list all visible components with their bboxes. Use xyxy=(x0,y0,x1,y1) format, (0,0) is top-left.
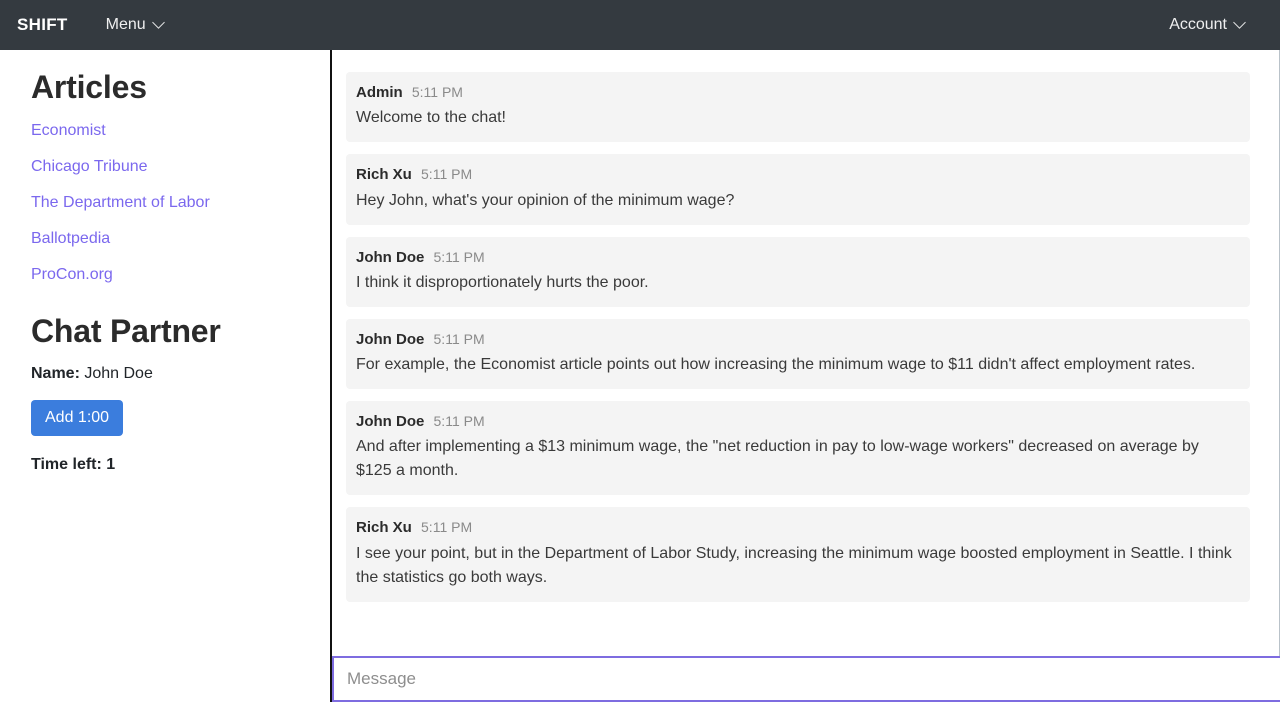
nav-menu[interactable]: Menu xyxy=(106,16,165,34)
message-text: Hey John, what's your opinion of the min… xyxy=(356,191,735,209)
message-header: Rich Xu 5:11 PM xyxy=(356,518,1236,538)
article-link-ballotpedia[interactable]: Ballotpedia xyxy=(31,230,306,248)
nav-account-label: Account xyxy=(1169,16,1227,33)
chat-partner-heading: Chat Partner xyxy=(31,313,221,350)
chat-panel: Admin 5:11 PM Welcome to the chat! Rich … xyxy=(330,50,1280,702)
message-timestamp: 5:11 PM xyxy=(421,166,473,183)
message-item: Rich Xu 5:11 PM Hey John, what's your op… xyxy=(346,154,1250,225)
message-header: Rich Xu 5:11 PM xyxy=(356,165,1236,185)
message-author: Admin xyxy=(356,84,403,101)
message-header: John Doe 5:11 PM xyxy=(356,248,1236,268)
add-time-button[interactable]: Add 1:00 xyxy=(31,399,124,437)
message-item: Rich Xu 5:11 PM I see your point, but in… xyxy=(346,507,1250,602)
article-link-chicago-tribune[interactable]: Chicago Tribune xyxy=(31,158,306,176)
sidebar: Articles Economist Chicago Tribune The D… xyxy=(0,50,330,702)
message-author: Rich Xu xyxy=(356,166,412,184)
message-item: Admin 5:11 PM Welcome to the chat! xyxy=(346,72,1250,143)
message-author: Rich Xu xyxy=(356,519,412,537)
message-header: John Doe 5:11 PM xyxy=(356,412,1236,432)
message-timestamp: 5:11 PM xyxy=(433,248,485,265)
nav-account[interactable]: Account xyxy=(1169,16,1246,34)
message-timestamp: 5:11 PM xyxy=(433,413,485,429)
message-author: John Doe xyxy=(356,330,425,348)
message-item: John Doe 5:11 PM For example, the Econom… xyxy=(346,318,1250,389)
chat-partner-name-value: John Doe xyxy=(84,364,153,382)
message-author: John Doe xyxy=(356,413,425,430)
message-header: Admin 5:11 PM xyxy=(356,83,1236,103)
message-author: John Doe xyxy=(356,248,425,266)
main-layout: Articles Economist Chicago Tribune The D… xyxy=(0,50,1280,702)
article-link-department-of-labor[interactable]: The Department of Labor xyxy=(31,194,306,212)
chevron-down-icon xyxy=(154,18,165,29)
chat-partner-name-row: Name: John Doe xyxy=(31,365,306,383)
chevron-down-icon xyxy=(1235,18,1246,29)
chat-partner-name-label: Name: xyxy=(31,364,80,382)
message-item: John Doe 5:11 PM I think it disproportio… xyxy=(346,236,1250,307)
article-link-economist[interactable]: Economist xyxy=(31,122,306,140)
message-header: John Doe 5:11 PM xyxy=(356,330,1236,350)
time-left-label: Time left: 1 xyxy=(31,456,116,474)
message-text: Welcome to the chat! xyxy=(356,109,506,127)
message-text: I see your point, but in the Department … xyxy=(356,544,1232,586)
message-item: John Doe 5:11 PM And after implementing … xyxy=(346,401,1250,496)
message-list[interactable]: Admin 5:11 PM Welcome to the chat! Rich … xyxy=(332,50,1280,656)
message-text: And after implementing a $13 minimum wag… xyxy=(356,438,1199,480)
message-text: For example, the Economist article point… xyxy=(356,356,1196,373)
message-input[interactable] xyxy=(332,656,1280,702)
top-navbar: SHIFT Menu Account xyxy=(0,0,1280,50)
nav-menu-label: Menu xyxy=(105,16,146,33)
article-link-procon-org[interactable]: ProCon.org xyxy=(31,266,306,284)
message-timestamp: 5:11 PM xyxy=(433,330,485,347)
articles-heading: Articles xyxy=(31,69,147,105)
message-text: I think it disproportionately hurts the … xyxy=(356,273,649,291)
composer xyxy=(332,656,1280,702)
message-timestamp: 5:11 PM xyxy=(421,519,473,536)
brand-logo[interactable]: SHIFT xyxy=(16,15,68,35)
message-timestamp: 5:11 PM xyxy=(411,84,463,100)
